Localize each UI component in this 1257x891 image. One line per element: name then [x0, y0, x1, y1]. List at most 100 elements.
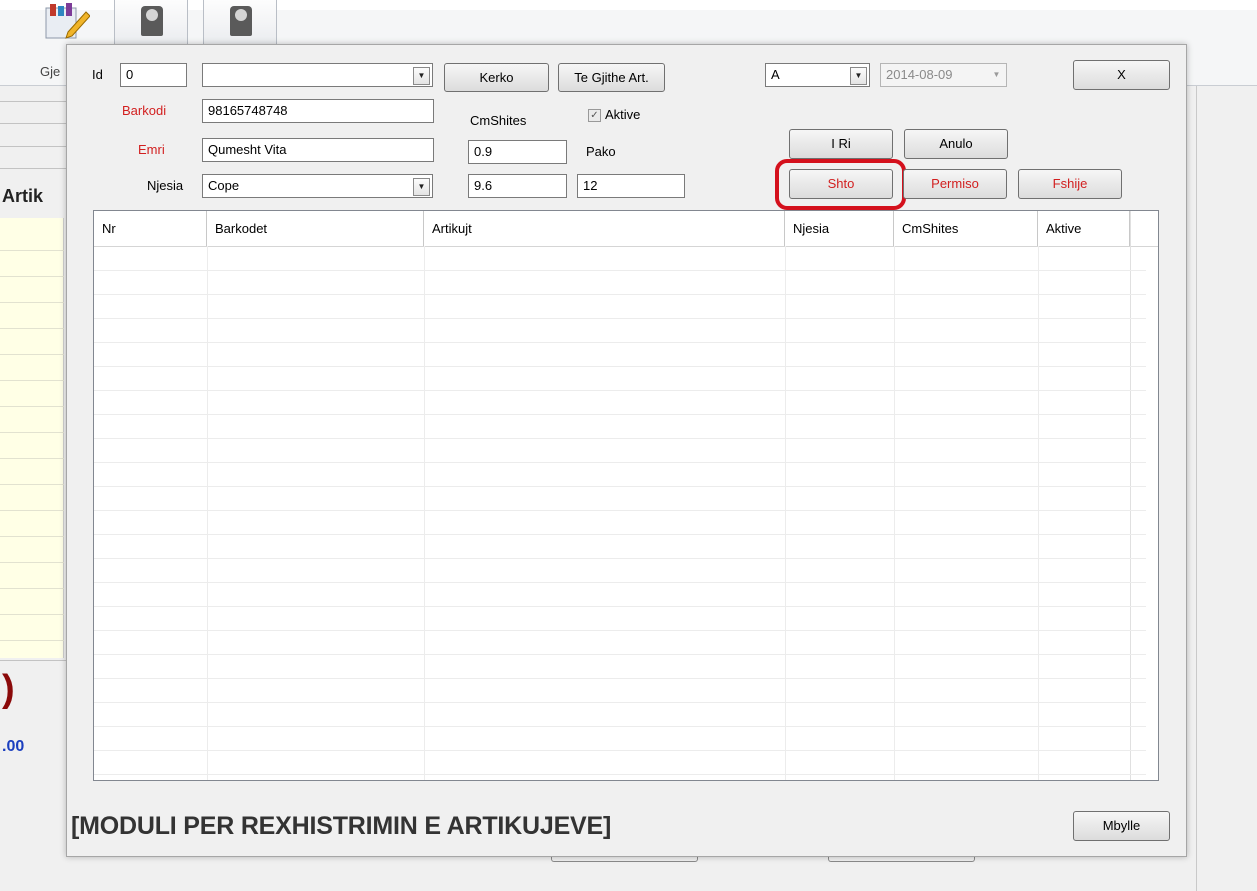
grid-column-line [785, 246, 786, 780]
type-combo[interactable]: A ▼ [765, 63, 870, 87]
grid-column-line [894, 246, 895, 780]
price-field-2[interactable]: 9.6 [468, 174, 567, 198]
id-label: Id [92, 67, 103, 82]
grid-row-line [94, 390, 1146, 391]
background-row-line [0, 484, 64, 485]
grid-row-line [94, 606, 1146, 607]
edit-icon[interactable] [38, 2, 91, 42]
chevron-down-icon[interactable]: ▼ [850, 67, 867, 85]
active-checkbox[interactable]: ✓ [588, 109, 601, 122]
search-button[interactable]: Kerko [444, 63, 549, 92]
column-header[interactable]: Njesia [785, 211, 894, 246]
background-row-line [0, 510, 64, 511]
close-x-button[interactable]: X [1073, 60, 1170, 90]
grid-row-line [94, 726, 1146, 727]
grid-row-line [94, 558, 1146, 559]
background-row-line [0, 614, 64, 615]
grid-row-line [94, 486, 1146, 487]
background-amount: .00 [2, 738, 25, 755]
grid-row-line [94, 750, 1146, 751]
grid-row-line [94, 630, 1146, 631]
column-header[interactable]: Aktive [1038, 211, 1130, 246]
chevron-down-icon[interactable]: ▼ [413, 67, 430, 85]
chevron-down-icon[interactable]: ▼ [989, 67, 1004, 83]
grid-row-line [94, 294, 1146, 295]
background-row-line [0, 640, 64, 641]
barcode-label: Barkodi [122, 103, 167, 118]
cancel-button[interactable]: Anulo [904, 129, 1008, 159]
grid-row-line [94, 534, 1146, 535]
background-section-label: Artik [2, 186, 44, 206]
background-row-line [0, 276, 64, 277]
background-top-strip [0, 0, 1257, 10]
date-picker[interactable]: 2014-08-09 ▼ [880, 63, 1007, 87]
grid-row-line [94, 582, 1146, 583]
column-header[interactable]: Nr [94, 211, 207, 246]
grid-column-line [207, 246, 208, 780]
add-button-highlight [775, 159, 906, 210]
unit-combo[interactable]: Cope ▼ [202, 174, 433, 198]
grid-row-line [94, 318, 1146, 319]
background-row-line [0, 588, 64, 589]
background-row-line [0, 458, 64, 459]
active-label: Aktive [605, 107, 641, 122]
grid-row-line [94, 366, 1146, 367]
id-field[interactable]: 0 [120, 63, 187, 87]
grid-header: Nr Barkodet Artikujt Njesia CmShites Akt… [94, 211, 1158, 247]
grid-row-line [94, 270, 1146, 271]
ribbon-label: Gje [40, 64, 61, 79]
grid-row-line [94, 342, 1146, 343]
price-field[interactable]: 0.9 [468, 140, 567, 164]
grid-row-line [94, 774, 1146, 775]
unit-combo-value: Cope [208, 178, 240, 193]
articles-grid[interactable]: Nr Barkodet Artikujt Njesia CmShites Akt… [93, 210, 1159, 781]
grid-row-line [94, 702, 1146, 703]
background-row-line [0, 302, 64, 303]
package-field[interactable]: 12 [577, 174, 685, 198]
grid-row-line [94, 462, 1146, 463]
background-separator [0, 146, 66, 147]
background-yellow-list [0, 218, 64, 658]
close-button[interactable]: Mbylle [1073, 811, 1170, 841]
background-row-line [0, 380, 64, 381]
barcode-field[interactable]: 98165748748 [202, 99, 434, 123]
background-separator [0, 168, 66, 169]
grid-row-line [94, 510, 1146, 511]
background-separator [0, 660, 66, 661]
grid-row-line [94, 654, 1146, 655]
background-row-line [0, 354, 64, 355]
price-label: CmShites [470, 113, 527, 128]
background-row-line [0, 536, 64, 537]
grid-column-line [424, 246, 425, 780]
grid-row-line [94, 414, 1146, 415]
column-header[interactable]: CmShites [894, 211, 1038, 246]
delete-button[interactable]: Fshije [1018, 169, 1122, 199]
all-articles-button[interactable]: Te Gjithe Art. [558, 63, 665, 92]
background-big-value: ) [2, 668, 15, 710]
modify-button[interactable]: Permiso [903, 169, 1007, 199]
chevron-down-icon[interactable]: ▼ [413, 178, 430, 196]
background-row-line [0, 406, 64, 407]
column-header[interactable]: Barkodet [207, 211, 424, 246]
grid-edge-line [1130, 211, 1131, 780]
background-separator [0, 123, 66, 124]
module-title: [MODULI PER REXHISTRIMIN E ARTIKUJEVE] [71, 812, 612, 840]
grid-column-line [1038, 246, 1039, 780]
name-field[interactable]: Qumesht Vita [202, 138, 434, 162]
package-label: Pako [586, 144, 616, 159]
background-row-line [0, 328, 64, 329]
column-header[interactable]: Artikujt [424, 211, 785, 246]
unit-label: Njesia [147, 178, 184, 193]
background-row-line [0, 432, 64, 433]
background-right-panel [1196, 86, 1257, 891]
new-button[interactable]: I Ri [789, 129, 893, 159]
type-combo-value: A [771, 67, 780, 82]
background-row-line [0, 250, 64, 251]
date-picker-value: 2014-08-09 [886, 67, 953, 82]
name-label: Emri [138, 142, 165, 157]
background-row-line [0, 562, 64, 563]
grid-row-line [94, 438, 1146, 439]
background-separator [0, 101, 66, 102]
article-search-combo[interactable]: ▼ [202, 63, 433, 87]
grid-row-line [94, 678, 1146, 679]
